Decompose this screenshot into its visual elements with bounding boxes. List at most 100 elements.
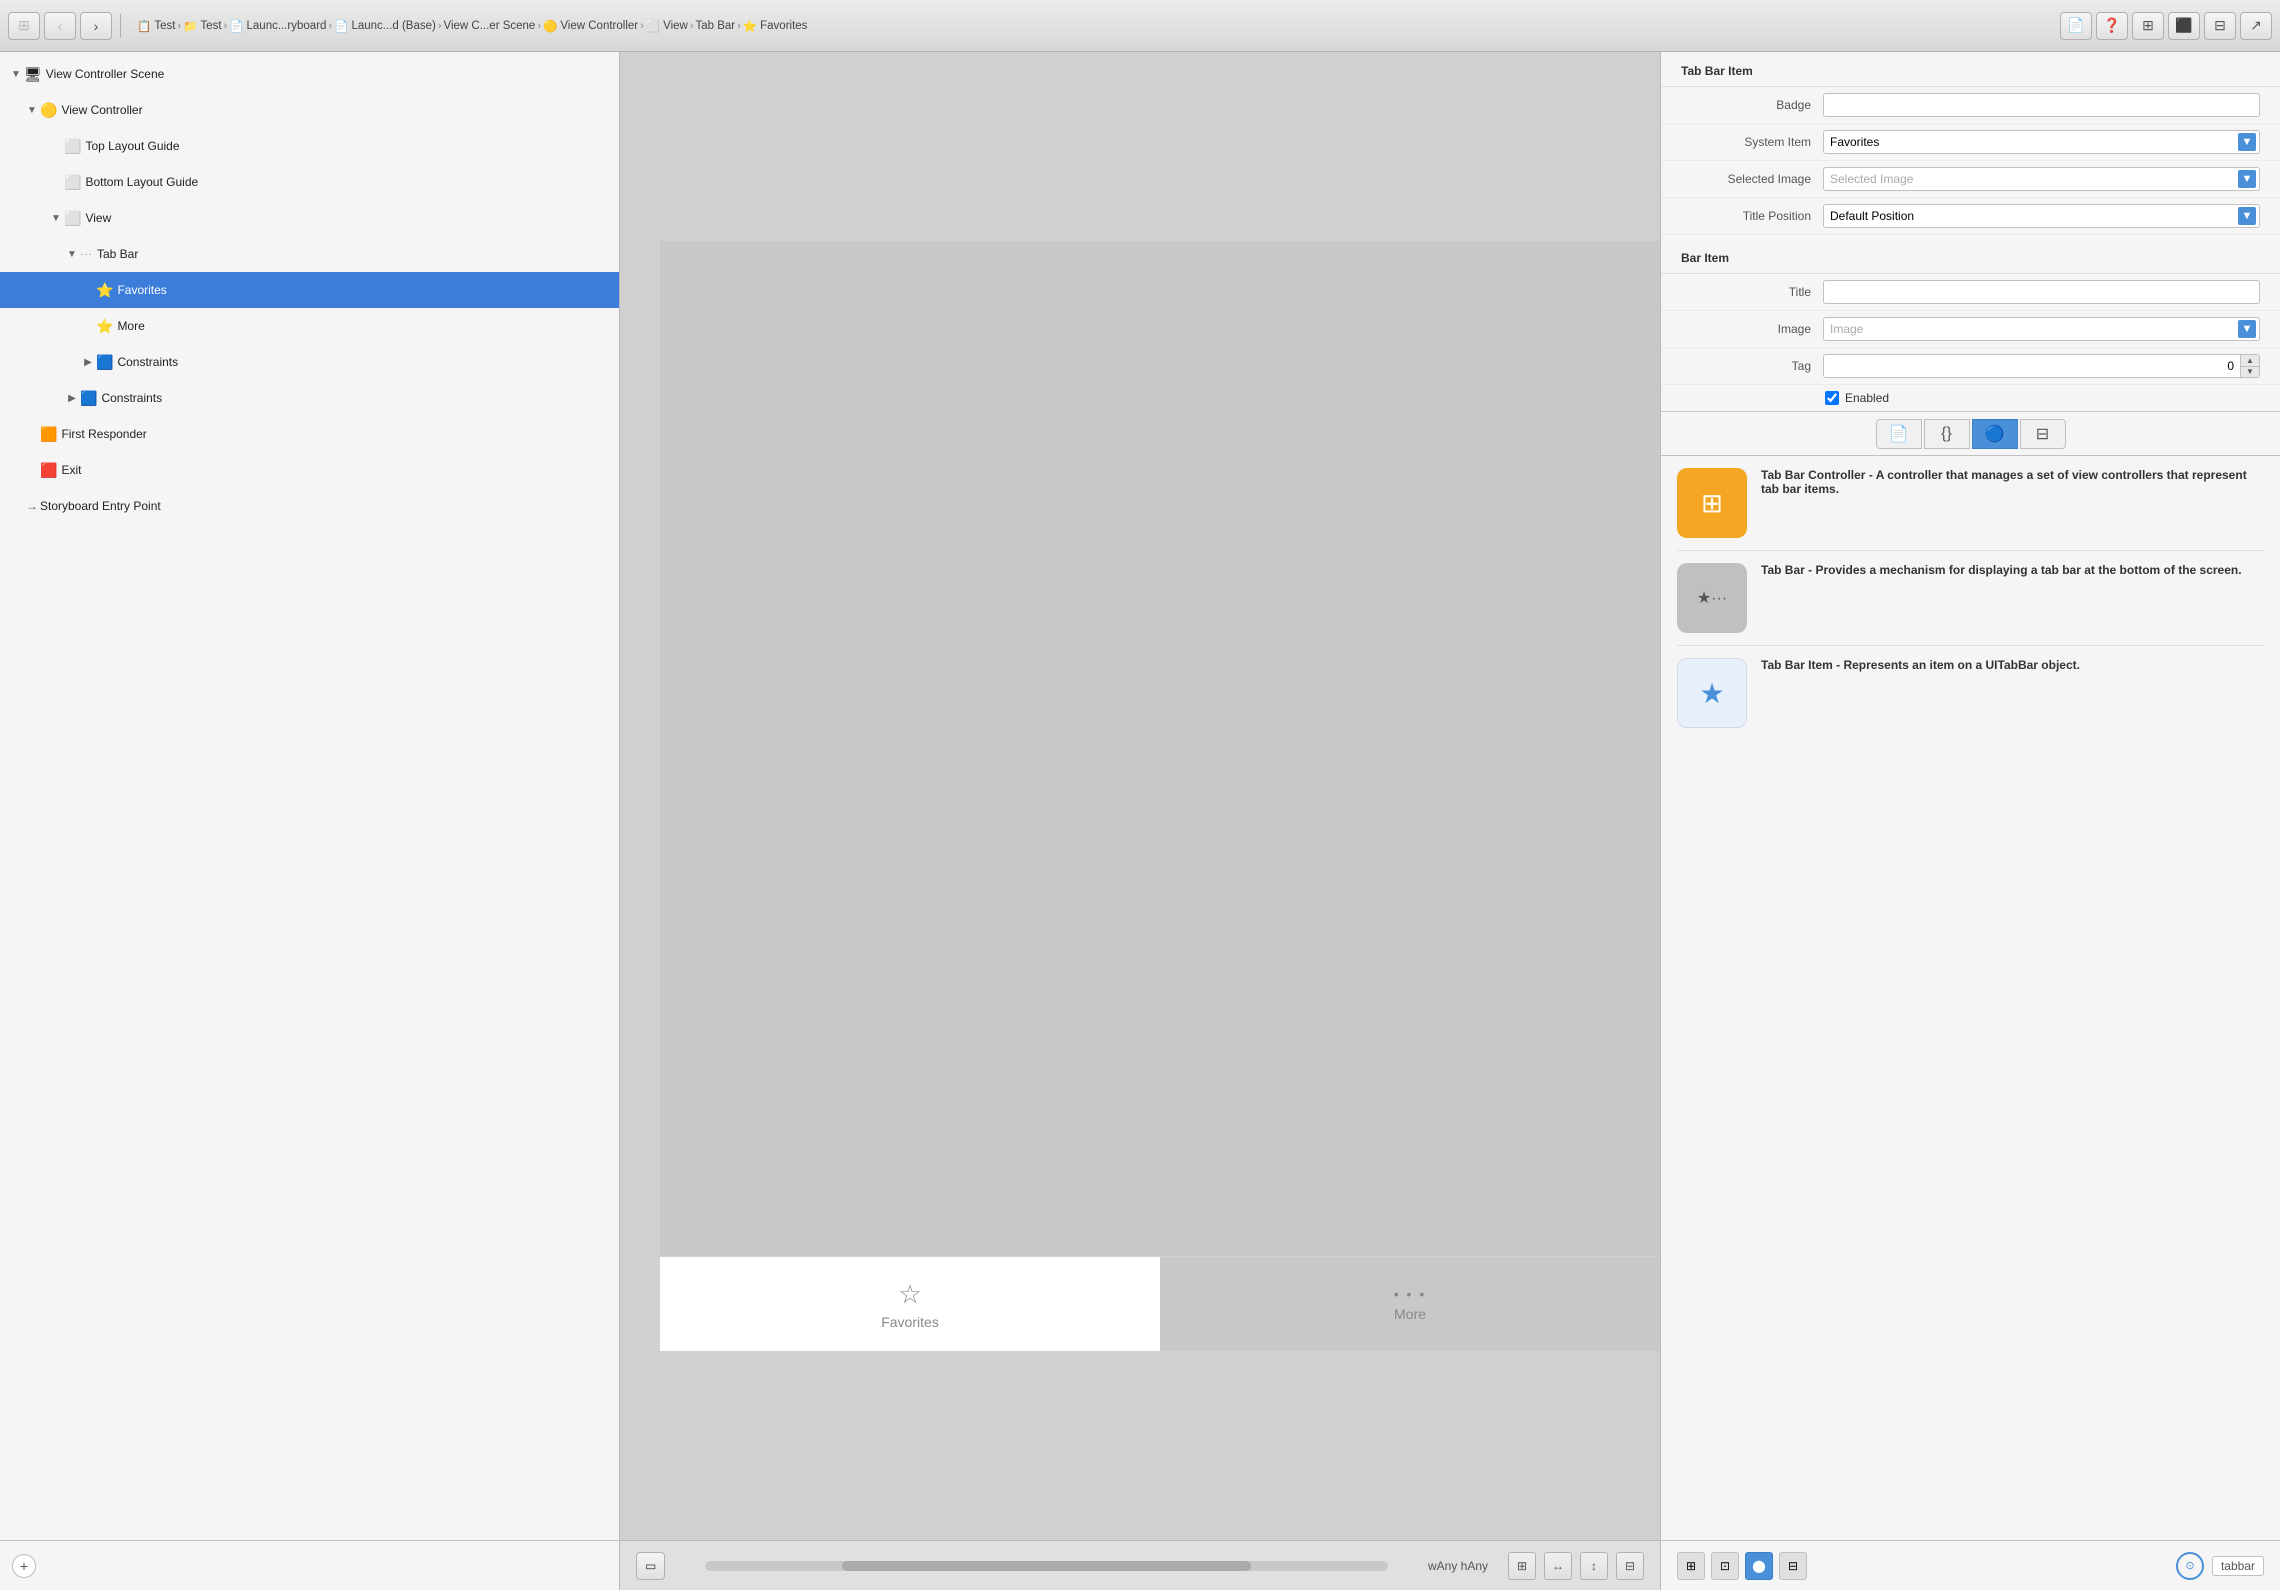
breadcrumb-tabbar[interactable]: Tab Bar (696, 20, 736, 32)
right-panel-bottom-left: ⊞ ⊡ ⬤ ⊟ (1677, 1552, 1807, 1580)
badge-row: Badge (1661, 87, 2280, 124)
file-inspector-tab[interactable]: 📄 (1876, 419, 1922, 449)
breadcrumb-sep-7: › (690, 20, 694, 32)
assistant-editor-btn[interactable]: ⊟ (2204, 12, 2236, 40)
tree-item-exit[interactable]: 🟥 Exit (0, 452, 619, 488)
zoom-in-btn[interactable]: ↔ (1544, 1552, 1572, 1580)
nav-grid-button[interactable]: ⊞ (8, 12, 40, 40)
tree-item-bottom-layout[interactable]: ⬜ Bottom Layout Guide (0, 164, 619, 200)
back-button[interactable]: ‹ (44, 12, 76, 40)
attributes-inspector-tab[interactable]: ⊟ (2020, 419, 2066, 449)
favorites-tab-label: Favorites (881, 1314, 939, 1330)
first-responder-icon: 🟧 (40, 426, 57, 443)
file-inspector-btn[interactable]: 📄 (2060, 12, 2092, 40)
identity-inspector-tab[interactable]: 🔵 (1972, 419, 2018, 449)
tree-item-first-responder[interactable]: 🟧 First Responder (0, 416, 619, 452)
quick-help-tab[interactable]: {} (1924, 419, 1970, 449)
constraints-outer-label: Constraints (101, 391, 162, 405)
panel-toggle-btn[interactable]: ▭ (636, 1552, 665, 1580)
tree-item-tab-bar[interactable]: ▼ ··· Tab Bar (0, 236, 619, 272)
breadcrumb-test-folder[interactable]: 📁 Test (183, 19, 221, 33)
tree-item-favorites[interactable]: ⭐ Favorites (0, 272, 619, 308)
right-panel-bottom-right: ⊙ tabbar (2176, 1552, 2264, 1580)
tree-item-view[interactable]: ▼ ⬜ View (0, 200, 619, 236)
standard-editor-btn[interactable]: ⬛ (2168, 12, 2200, 40)
circle-indicator-btn[interactable]: ⊙ (2176, 1552, 2204, 1580)
help-btn[interactable]: ❓ (2096, 12, 2128, 40)
breadcrumb-storyboard[interactable]: 📄 Launc...ryboard (229, 19, 326, 33)
right-panel-icon-3[interactable]: ⬤ (1745, 1552, 1773, 1580)
breadcrumb: 📋 Test › 📁 Test › 📄 Launc...ryboard › 📄 … (137, 19, 2056, 33)
main-area: ▼ 🖥 View Controller Scene ▼ 🟡 View Contr… (0, 52, 2280, 1590)
bottom-layout-icon: ⬜ (64, 174, 81, 191)
inspector-info: ⊞ Tab Bar Controller - A controller that… (1661, 456, 2280, 1540)
canvas-area: → ☆ Favorites More (620, 52, 1660, 1590)
tab-favorites[interactable]: ☆ Favorites (660, 1257, 1160, 1351)
file-icon: 📋 (137, 19, 151, 33)
canvas-size-label: wAny hAny (1428, 1559, 1488, 1573)
version-editor-btn[interactable]: ↗ (2240, 12, 2272, 40)
breadcrumb-scene[interactable]: View C...er Scene (444, 20, 536, 32)
tree-item-top-layout[interactable]: ⬜ Top Layout Guide (0, 128, 619, 164)
tree-item-constraints-outer[interactable]: ▶ 🟦 Constraints (0, 380, 619, 416)
bar-title-input[interactable] (1823, 280, 2260, 304)
tabbar-tree-icon: ··· (80, 249, 93, 260)
enabled-checkbox[interactable] (1825, 391, 1839, 405)
tab-bar-item-section-title: Tab Bar Item (1661, 52, 2280, 87)
tab-more[interactable]: More (1160, 1257, 1660, 1351)
breadcrumb-base[interactable]: 📄 Launc...d (Base) (334, 19, 436, 33)
canvas-bottom-left: ▭ (620, 1552, 665, 1580)
system-item-select[interactable]: Favorites (1823, 130, 2260, 154)
tab-bar-info-title: Tab Bar - Provides a mechanism for displ… (1761, 563, 2264, 577)
scale-btn[interactable]: ⊟ (1616, 1552, 1644, 1580)
top-layout-icon: ⬜ (64, 138, 81, 155)
right-panel-icon-2[interactable]: ⊡ (1711, 1552, 1739, 1580)
inspector-tabs: 📄 {} 🔵 ⊟ (1661, 412, 2280, 456)
tree-item-constraints-inner[interactable]: ▶ 🟦 Constraints (0, 344, 619, 380)
top-layout-label: Top Layout Guide (85, 139, 179, 153)
selected-image-label: Selected Image (1681, 172, 1811, 186)
tab-bar-controller-title: Tab Bar Controller - A controller that m… (1761, 468, 2264, 496)
enabled-label[interactable]: Enabled (1845, 391, 1889, 405)
tag-input[interactable] (1823, 354, 2240, 378)
badge-label: Badge (1681, 98, 1811, 112)
iphone-body (660, 241, 1660, 1256)
breadcrumb-test-file[interactable]: 📋 Test (137, 19, 175, 33)
right-panel-icon-1[interactable]: ⊞ (1677, 1552, 1705, 1580)
selected-image-placeholder[interactable]: Selected Image (1823, 167, 2260, 191)
scene-add-btn[interactable]: + (12, 1554, 36, 1578)
breadcrumb-view[interactable]: ⬜ View (646, 19, 688, 33)
constraints-outer-arrow: ▶ (64, 393, 80, 404)
scene-tree-title-row: ▼ 🖥 View Controller Scene (0, 56, 619, 92)
favorites-label: Favorites (117, 283, 166, 297)
image-label: Image (1681, 322, 1811, 336)
image-select-wrap: Image ▼ (1823, 317, 2260, 341)
grid-view-btn[interactable]: ⊞ (2132, 12, 2164, 40)
title-position-select-wrap: Default Position ▼ (1823, 204, 2260, 228)
zoom-out-btn[interactable]: ↕ (1580, 1552, 1608, 1580)
tree-item-more[interactable]: ⭐ More (0, 308, 619, 344)
tag-decrement-btn[interactable]: ▼ (2241, 367, 2259, 378)
entry-arrow: → (24, 499, 40, 513)
image-placeholder[interactable]: Image (1823, 317, 2260, 341)
scene-icon: 🖥 (24, 66, 42, 83)
badge-input[interactable] (1823, 93, 2260, 117)
breadcrumb-sep-6: › (640, 20, 644, 32)
tree-item-storyboard-entry[interactable]: → Storyboard Entry Point (0, 488, 619, 524)
scene-tree: ▼ 🖥 View Controller Scene ▼ 🟡 View Contr… (0, 52, 619, 1540)
tag-increment-btn[interactable]: ▲ (2241, 355, 2259, 367)
right-panel-icon-4[interactable]: ⊟ (1779, 1552, 1807, 1580)
info-card-tab-bar-item: ★ Tab Bar Item - Represents an item on a… (1677, 658, 2264, 728)
title-position-select[interactable]: Default Position (1823, 204, 2260, 228)
more-icon: ⭐ (96, 318, 113, 335)
base-icon: 📄 (334, 19, 348, 33)
breadcrumb-view-controller[interactable]: 🟡 View Controller (543, 19, 638, 33)
zoom-fit-btn[interactable]: ⊞ (1508, 1552, 1536, 1580)
canvas-scrollbar[interactable] (705, 1561, 1388, 1571)
forward-button[interactable]: › (80, 12, 112, 40)
breadcrumb-favorites[interactable]: ⭐ Favorites (743, 19, 808, 33)
panel-icon: ▭ (645, 1559, 656, 1573)
tag-label: Tag (1681, 359, 1811, 373)
tab-bar-controller-text: Tab Bar Controller - A controller that m… (1761, 468, 2264, 500)
tree-item-view-controller[interactable]: ▼ 🟡 View Controller (0, 92, 619, 128)
